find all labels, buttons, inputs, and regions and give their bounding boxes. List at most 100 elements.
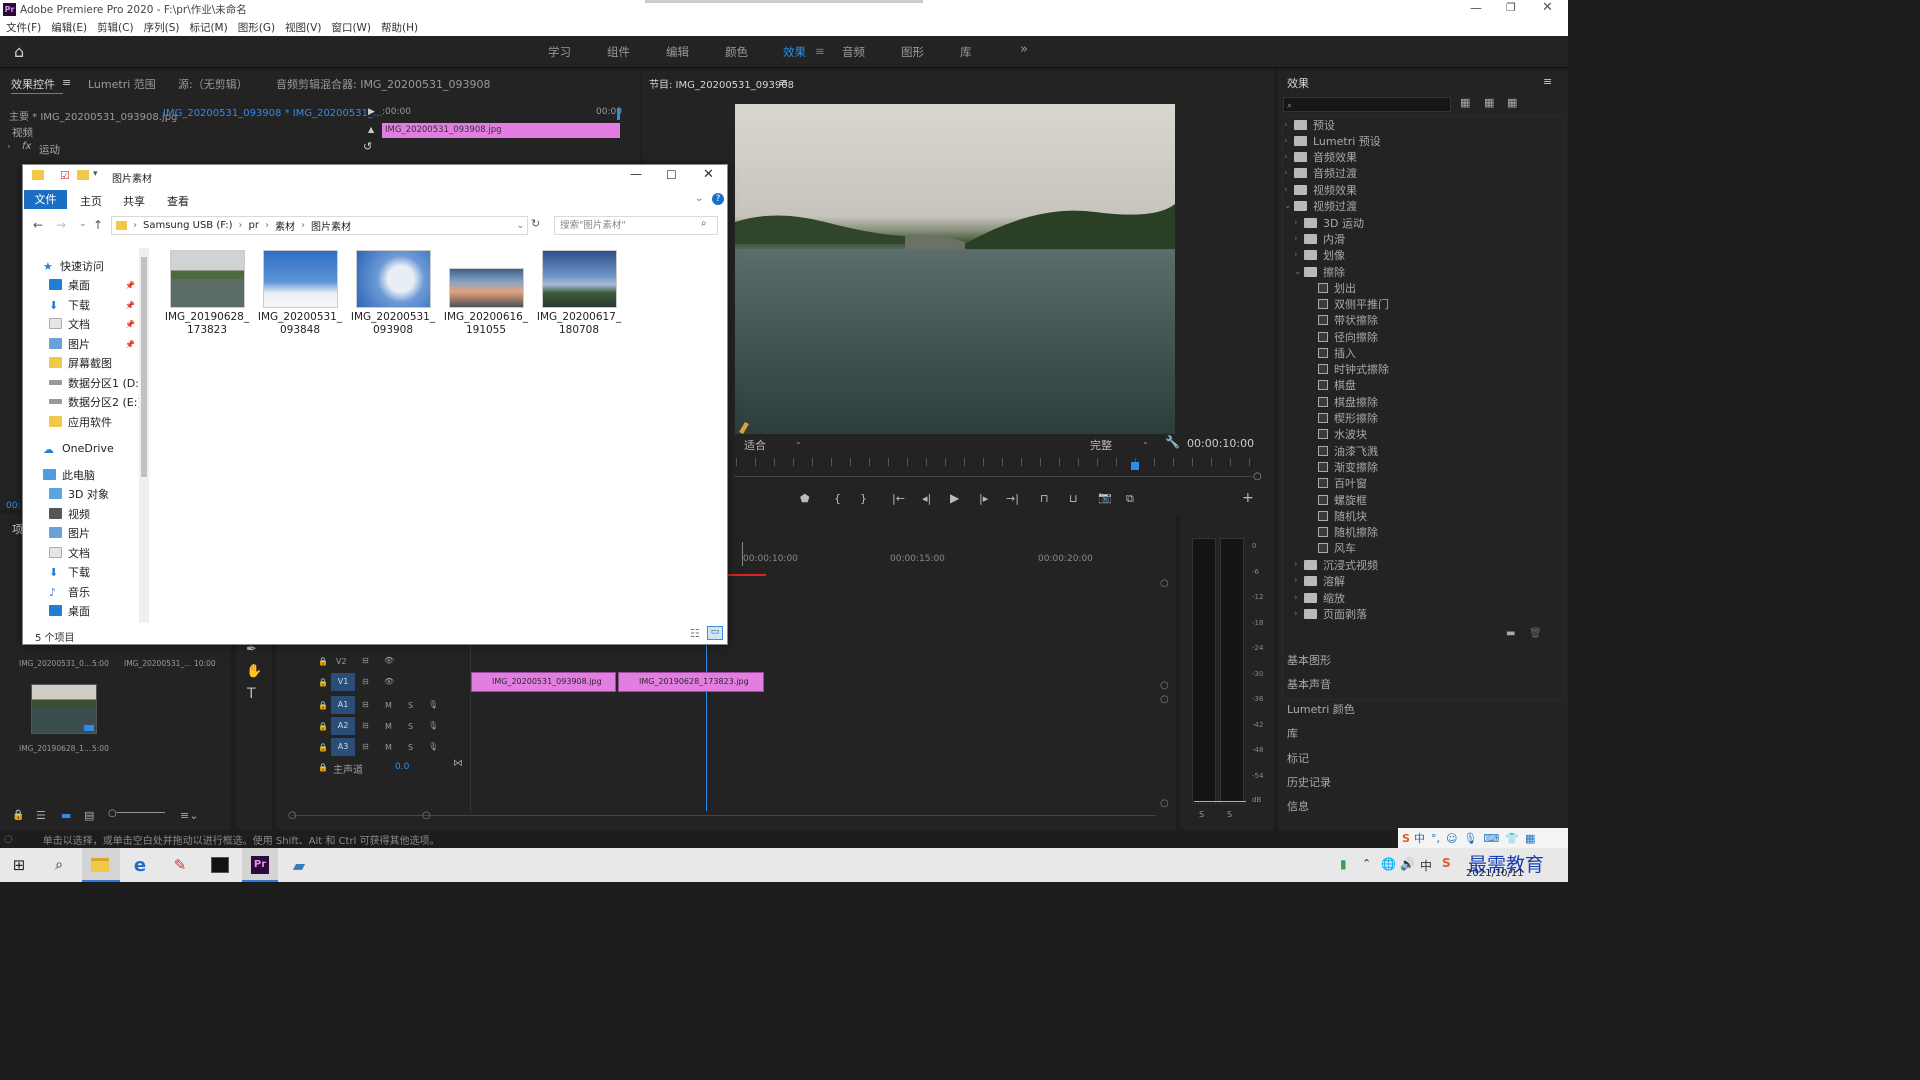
premiere-taskbar-icon[interactable]: Pr: [249, 854, 271, 876]
sync-lock-icon[interactable]: ⊟: [362, 700, 369, 709]
fx-wipe-item[interactable]: 双侧平推门: [1318, 296, 1389, 312]
menu-edit[interactable]: 编辑(E): [51, 20, 87, 35]
project-thumb-3[interactable]: [31, 684, 97, 734]
fx-folder-audio-transitions[interactable]: › 音频过渡: [1284, 165, 1357, 181]
sync-lock-icon[interactable]: ⊟: [362, 721, 369, 730]
mic-icon[interactable]: 🎙: [428, 721, 438, 730]
fx-wipe-item[interactable]: 棋盘: [1318, 377, 1356, 393]
fx-wipe-item[interactable]: 百叶窗: [1318, 475, 1367, 491]
nav-scroll-thumb[interactable]: [141, 257, 147, 477]
quick-access-chevron-icon[interactable]: ▾: [93, 169, 98, 179]
fx-wipe-item[interactable]: 随机擦除: [1318, 524, 1378, 540]
ws-editing[interactable]: 编辑: [666, 44, 689, 60]
ime-skin-icon[interactable]: 👕: [1505, 832, 1519, 845]
nav-documents[interactable]: 文档: [49, 314, 90, 333]
track-v1-label[interactable]: V1: [331, 673, 355, 691]
program-ruler[interactable]: [736, 458, 1257, 466]
fx-folder-dissolve[interactable]: › 溶解: [1294, 573, 1345, 589]
fx-wipe-item[interactable]: 水波块: [1318, 426, 1367, 442]
panel-history[interactable]: 历史记录: [1287, 774, 1331, 790]
program-scrollbar[interactable]: [734, 476, 1252, 477]
fx-wipe-item[interactable]: 划出: [1318, 280, 1356, 296]
explorer-close-button[interactable]: ✕: [703, 167, 714, 182]
ribbon-tab-view[interactable]: 查看: [167, 193, 189, 209]
address-bar[interactable]: › Samsung USB (F:) › pr › 素材 › 图片素材 ⌄: [111, 216, 528, 235]
icon-view-icon[interactable]: ▬: [61, 809, 71, 822]
32bit-effects-icon[interactable]: ▦: [1484, 96, 1494, 109]
volume-icon[interactable]: 🔊: [1400, 857, 1415, 871]
reset-icon[interactable]: ↺: [363, 140, 372, 153]
fx-folder-video-transitions[interactable]: ⌄ 视频过渡: [1284, 198, 1357, 214]
fx-wipe-item[interactable]: 油漆飞溅: [1318, 443, 1378, 459]
panel-lumetri-color[interactable]: Lumetri 颜色: [1287, 701, 1355, 717]
ime-keyboard-icon[interactable]: ⌨: [1483, 832, 1499, 845]
nav-pc-documents[interactable]: 文档: [49, 543, 90, 562]
fit-dropdown[interactable]: 适合: [744, 437, 766, 453]
expand-motion-icon[interactable]: ›: [7, 142, 11, 152]
scroll-handle-icon[interactable]: ○: [1160, 798, 1169, 809]
fx-folder-presets[interactable]: › 预设: [1284, 117, 1335, 133]
type-tool-icon[interactable]: T: [247, 686, 256, 702]
play-icon[interactable]: ▶: [950, 491, 959, 505]
meter-solo-left[interactable]: S: [1199, 810, 1204, 819]
ribbon-tab-home[interactable]: 主页: [80, 193, 102, 209]
fx-wipe-item[interactable]: 随机块: [1318, 508, 1367, 524]
fx-wipe-item[interactable]: 渐变擦除: [1318, 459, 1378, 475]
ime-tools-icon[interactable]: ▦: [1525, 832, 1535, 845]
new-bin-icon[interactable]: ▬: [1506, 628, 1515, 639]
fx-folder-wipe[interactable]: ⌄ 擦除: [1294, 264, 1345, 280]
program-playhead[interactable]: [1131, 462, 1139, 470]
mute-button[interactable]: M: [385, 743, 392, 752]
collapse-arrow-icon[interactable]: ▲: [368, 125, 374, 134]
eye-icon[interactable]: 👁: [384, 656, 394, 665]
panel-essential-sound[interactable]: 基本声音: [1287, 676, 1331, 692]
ws-menu-icon[interactable]: ≡: [815, 44, 825, 58]
explorer-minimize-button[interactable]: —: [630, 167, 642, 181]
nav-downloads[interactable]: ⬇ 下载: [49, 295, 90, 314]
program-video-frame[interactable]: [735, 104, 1175, 434]
fx-wipe-item[interactable]: 带状擦除: [1318, 312, 1378, 328]
lock-icon[interactable]: 🔒: [318, 722, 328, 731]
forward-icon[interactable]: →: [56, 218, 66, 232]
nav-apps[interactable]: 应用软件: [49, 412, 112, 431]
maximize-button[interactable]: ❐: [1506, 1, 1516, 14]
lock-icon[interactable]: 🔒: [318, 678, 328, 687]
master-clip-label[interactable]: 主要 * IMG_20200531_093908.jpg: [9, 108, 177, 123]
button-editor-icon[interactable]: +: [1242, 490, 1254, 506]
mark-out-icon[interactable]: }: [860, 492, 867, 505]
hand-tool-icon[interactable]: ✋: [246, 664, 262, 679]
fx-wipe-item[interactable]: 棋盘擦除: [1318, 394, 1378, 410]
sync-lock-icon[interactable]: ⊟: [362, 742, 369, 751]
fx-wipe-item[interactable]: 风车: [1318, 540, 1356, 556]
file-name[interactable]: IMG_20200617_ 180708: [534, 311, 624, 337]
project-item-name[interactable]: IMG_20190628_1...: [19, 744, 91, 753]
fx-wipe-item[interactable]: 楔形擦除: [1318, 410, 1378, 426]
pin-icon[interactable]: 📌: [125, 340, 135, 349]
track-a2-label[interactable]: A2: [331, 717, 355, 735]
ribbon-expand-icon[interactable]: ⌄: [695, 193, 703, 204]
nav-desktop[interactable]: 桌面: [49, 275, 90, 294]
zoom-handle-icon[interactable]: ○: [1253, 471, 1262, 482]
tab-lumetri-scopes[interactable]: Lumetri 范围: [88, 76, 156, 92]
go-to-in-icon[interactable]: |←: [892, 492, 905, 505]
sync-lock-icon[interactable]: ⊟: [362, 656, 369, 665]
file-thumbnail[interactable]: [356, 250, 431, 308]
lock-icon[interactable]: 🔒: [318, 701, 328, 710]
eye-icon[interactable]: 👁: [384, 677, 394, 686]
go-to-out-icon[interactable]: →|: [1006, 492, 1019, 505]
breadcrumb-drive[interactable]: Samsung USB (F:): [143, 220, 232, 231]
new-folder-icon[interactable]: [77, 170, 89, 180]
photos-app-icon[interactable]: [209, 854, 231, 876]
nav-music[interactable]: ♪ 音乐: [49, 582, 90, 601]
panel-essential-graphics[interactable]: 基本图形: [1287, 652, 1331, 668]
scroll-handle-icon[interactable]: ○: [1160, 680, 1169, 691]
motion-label[interactable]: 运动: [39, 142, 60, 157]
tab-audio-clip-mixer[interactable]: 音频剪辑混合器: IMG_20200531_093908: [276, 76, 490, 92]
quality-dropdown[interactable]: 完整: [1090, 437, 1112, 453]
ws-audio[interactable]: 音频: [842, 44, 865, 60]
scroll-handle-icon[interactable]: ○: [1160, 578, 1169, 589]
nav-quick-access[interactable]: ★ 快速访问: [43, 256, 104, 275]
effects-menu-icon[interactable]: ≡: [1543, 75, 1552, 88]
ec-clip-bar[interactable]: IMG_20200531_093908.jpg: [382, 123, 620, 138]
menu-clip[interactable]: 剪辑(C): [97, 20, 134, 35]
